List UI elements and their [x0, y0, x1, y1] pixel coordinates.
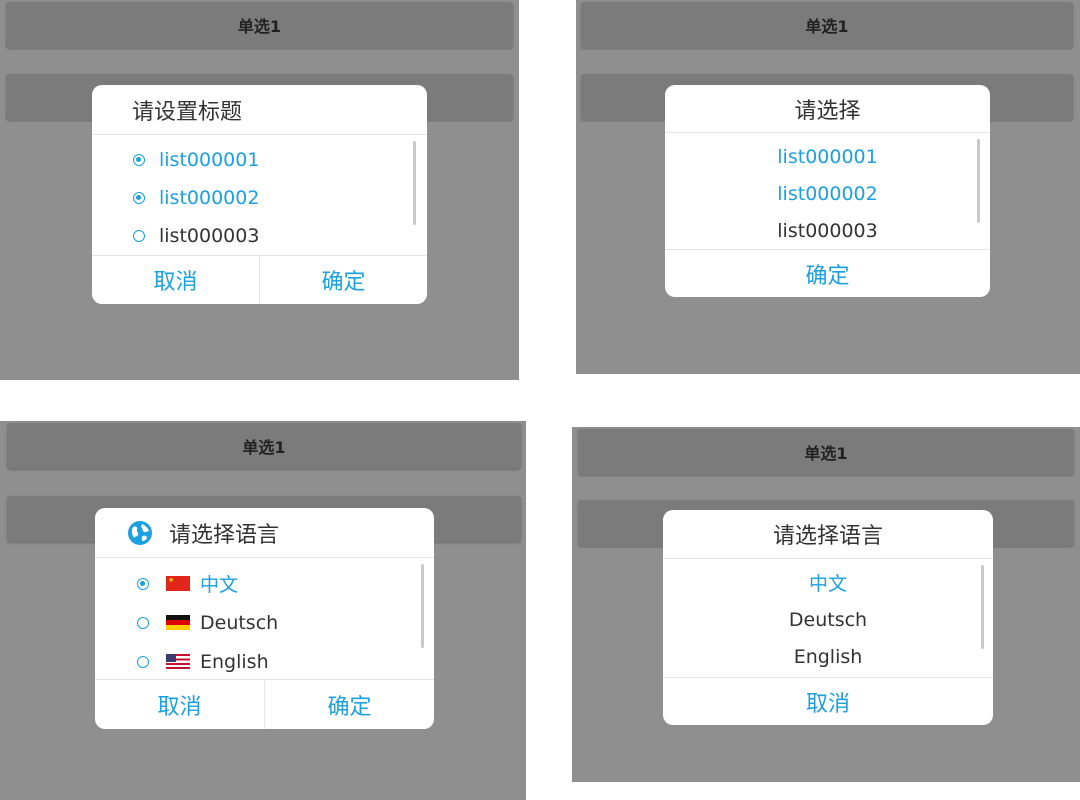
list-item-label: list000002	[777, 182, 878, 205]
list-item[interactable]: Deutsch	[663, 601, 993, 638]
ok-button[interactable]: 确定	[259, 256, 427, 304]
dialog-list[interactable]: list000001 list000002 list000003	[92, 135, 427, 255]
list-scrollbar[interactable]	[977, 139, 980, 223]
screen-bottom-left: 单选1 请选择语言 ★ 中文 Deutsch English 取消 确定	[0, 421, 526, 800]
list-scrollbar[interactable]	[413, 141, 416, 225]
language-dialog: 请选择语言 ★ 中文 Deutsch English 取消 确定	[95, 508, 434, 729]
list-item-label: English	[200, 650, 269, 673]
list-item-label: list000003	[159, 225, 260, 247]
list-item[interactable]: list000003	[665, 212, 990, 249]
cancel-button[interactable]: 取消	[92, 256, 259, 304]
list-item-label: list000001	[159, 149, 260, 171]
radio-checked-icon[interactable]	[137, 577, 149, 590]
screen-top-left: 单选1 请设置标题 list000001 list000002 list0000…	[0, 0, 519, 380]
ok-button[interactable]: 确定	[264, 680, 434, 729]
radio-unchecked-icon[interactable]	[133, 230, 145, 242]
dialog-buttons: 取消 确定	[95, 679, 434, 729]
cancel-button[interactable]: 取消	[95, 680, 264, 729]
list-item-label: list000003	[777, 219, 878, 242]
list-scrollbar[interactable]	[421, 564, 424, 648]
list-item-label: Deutsch	[788, 608, 868, 631]
list-item[interactable]: list000001	[665, 138, 990, 175]
germany-flag-icon	[166, 615, 190, 630]
list-item-label: list000002	[159, 187, 260, 209]
list-item[interactable]: English	[663, 638, 993, 675]
list-item[interactable]: English	[95, 642, 434, 681]
dialog-buttons: 确定	[665, 249, 990, 297]
dialog-title: 请设置标题	[92, 85, 427, 135]
dialog-title: 请选择语言	[169, 522, 280, 548]
dialog-list[interactable]: list000001 list000002 list000003	[665, 133, 990, 249]
dialog-buttons: 取消	[663, 677, 993, 725]
single-choice-dialog: 请设置标题 list000001 list000002 list000003 取…	[92, 85, 427, 304]
select-dialog: 请选择 list000001 list000002 list000003 确定	[665, 85, 990, 297]
single-choice-button[interactable]: 单选1	[581, 2, 1073, 48]
dialog-title: 请选择	[665, 85, 990, 133]
single-choice-button[interactable]: 单选1	[578, 429, 1074, 475]
dialog-title: 请选择语言	[663, 510, 993, 559]
list-item-label: English	[793, 645, 863, 668]
cancel-button[interactable]: 取消	[663, 678, 993, 725]
dialog-title-bar: 请选择语言	[95, 508, 434, 558]
radio-checked-icon[interactable]	[133, 154, 145, 166]
china-flag-icon: ★	[166, 576, 190, 591]
dialog-list[interactable]: ★ 中文 Deutsch English	[95, 558, 434, 679]
list-item-label: list000001	[777, 145, 878, 168]
radio-unchecked-icon[interactable]	[137, 616, 149, 629]
list-item[interactable]: 中文	[663, 564, 993, 601]
single-choice-button[interactable]: 单选1	[7, 423, 521, 469]
ok-button[interactable]: 确定	[665, 250, 990, 297]
single-choice-button[interactable]: 单选1	[6, 2, 513, 48]
globe-icon	[128, 520, 152, 545]
dialog-list[interactable]: 中文 Deutsch English	[663, 559, 993, 677]
language-list-dialog: 请选择语言 中文 Deutsch English 取消	[663, 510, 993, 725]
list-item-label: 中文	[808, 573, 847, 595]
radio-checked-icon[interactable]	[133, 192, 145, 204]
list-item[interactable]: list000002	[92, 179, 427, 217]
list-item[interactable]: list000002	[665, 175, 990, 212]
list-item[interactable]: list000003	[92, 217, 427, 255]
list-item[interactable]: Deutsch	[95, 603, 434, 642]
list-item[interactable]: ★ 中文	[95, 564, 434, 603]
screen-bottom-right: 单选1 请选择语言 中文 Deutsch English 取消	[572, 427, 1080, 782]
screen-top-right: 单选1 请选择 list000001 list000002 list000003…	[576, 0, 1080, 374]
list-scrollbar[interactable]	[981, 565, 984, 649]
list-item-label: Deutsch	[200, 611, 279, 634]
usa-flag-icon	[166, 654, 190, 669]
dialog-buttons: 取消 确定	[92, 255, 427, 304]
radio-unchecked-icon[interactable]	[137, 655, 149, 668]
list-item-label: 中文	[200, 574, 239, 596]
list-item[interactable]: list000001	[92, 141, 427, 179]
